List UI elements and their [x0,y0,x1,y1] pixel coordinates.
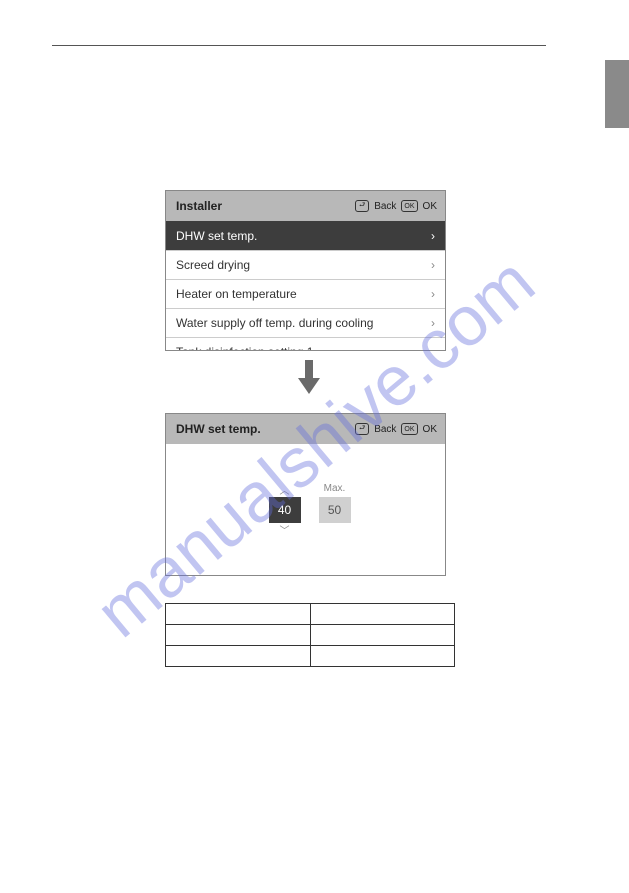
chevron-right-icon: › [431,258,435,272]
menu-item-heater-on-temperature[interactable]: Heater on temperature › [166,279,445,308]
current-value-box[interactable]: 40 [269,497,301,523]
arrow-down-icon [298,360,320,394]
max-label: Max. [324,483,346,497]
max-value-group: Max. 50 [319,483,351,537]
value-editor-body: ︿ 40 ﹀ Max. 50 [166,444,445,575]
spec-table [165,603,455,667]
chevron-up-icon[interactable]: ︿ [280,483,290,497]
ok-label: OK [423,424,437,435]
menu-item-water-supply-off-temp[interactable]: Water supply off temp. during cooling › [166,308,445,337]
menu-item-tank-disinfection[interactable]: Tank disinfection setting 1 › [166,337,445,351]
current-value-group: ︿ 40 ﹀ [269,483,301,537]
header-actions: ⮐ Back OK OK [355,423,437,435]
table-row [166,604,455,625]
chevron-right-icon: › [431,287,435,301]
horizontal-rule [52,45,546,46]
back-icon[interactable]: ⮐ [355,200,369,212]
back-label: Back [374,424,396,435]
back-label: Back [374,201,396,212]
ok-icon[interactable]: OK [401,423,417,435]
chevron-down-icon[interactable]: ﹀ [280,523,290,537]
screen-title: DHW set temp. [176,422,261,436]
ok-label: OK [423,201,437,212]
chevron-right-icon: › [431,229,435,243]
screen-header: Installer ⮐ Back OK OK [166,191,445,221]
max-value-box: 50 [319,497,351,523]
menu-item-label: Tank disinfection setting 1 [176,345,313,351]
ok-icon[interactable]: OK [401,200,417,212]
screen-title: Installer [176,199,222,213]
installer-menu-screen: Installer ⮐ Back OK OK DHW set temp. › S… [165,190,446,351]
dhw-set-temp-screen: DHW set temp. ⮐ Back OK OK ︿ 40 ﹀ Max. 5… [165,413,446,576]
menu-item-screed-drying[interactable]: Screed drying › [166,250,445,279]
back-icon[interactable]: ⮐ [355,423,369,435]
menu-item-label: Screed drying [176,258,250,272]
menu-item-label: DHW set temp. [176,229,257,243]
chevron-right-icon: › [431,345,435,351]
menu-item-label: Heater on temperature [176,287,297,301]
header-actions: ⮐ Back OK OK [355,200,437,212]
table-row [166,625,455,646]
screen-header: DHW set temp. ⮐ Back OK OK [166,414,445,444]
chevron-right-icon: › [431,316,435,330]
table-row [166,646,455,667]
menu-item-dhw-set-temp[interactable]: DHW set temp. › [166,221,445,250]
page-tab-marker [605,60,629,128]
menu-item-label: Water supply off temp. during cooling [176,316,373,330]
